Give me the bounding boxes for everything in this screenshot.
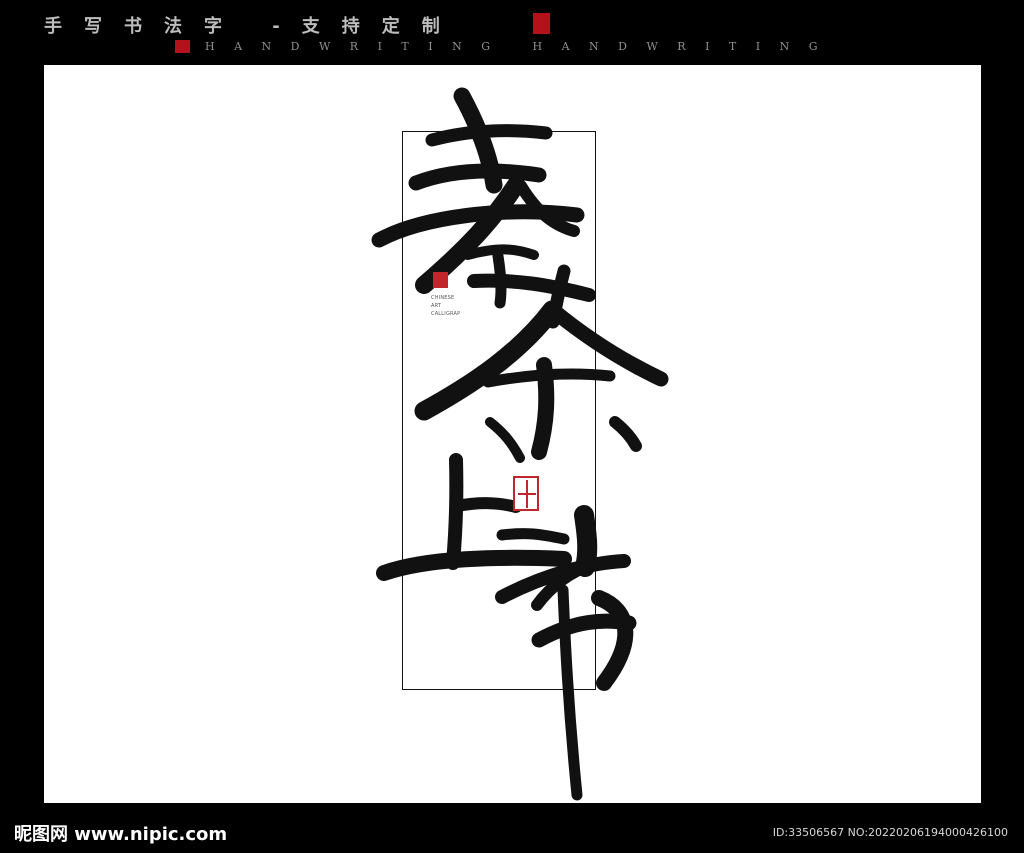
square-red-seal-icon xyxy=(513,476,539,511)
brush-strokes xyxy=(371,87,669,801)
header-title: 手写书法字 -支持定制 xyxy=(44,16,462,37)
small-red-seal-icon xyxy=(175,40,190,53)
site-logo: 昵图网 www.nipic.com xyxy=(14,824,228,845)
artwork-canvas: CHINESE ART CALLIGRAP xyxy=(44,65,981,803)
seal-caption: CHINESE ART CALLIGRAP xyxy=(431,295,461,317)
header-subtitle: HANDWRITING HANDWRITING xyxy=(205,40,838,53)
calligraphy-artwork xyxy=(371,87,669,801)
red-seal-icon xyxy=(433,272,448,288)
image-id: ID:33506567 NO:20220206194000426100 xyxy=(772,826,1008,839)
header-red-seal-icon xyxy=(533,13,550,34)
